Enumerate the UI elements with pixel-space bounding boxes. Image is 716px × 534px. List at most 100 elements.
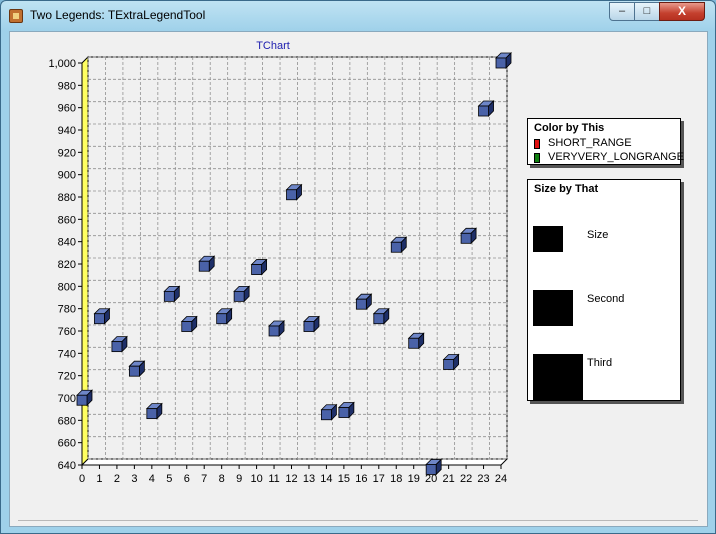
size-legend-title: Size by That: [534, 183, 599, 195]
y-tick-label: 820: [58, 259, 76, 271]
y-tick-label: 700: [58, 393, 76, 405]
data-point[interactable]: [215, 307, 233, 325]
data-point[interactable]: [425, 458, 443, 476]
minimize-button[interactable]: –: [609, 2, 635, 21]
data-point[interactable]: [180, 315, 198, 333]
size-legend-label: Third: [587, 357, 613, 369]
data-point[interactable]: [337, 401, 355, 419]
data-point[interactable]: [460, 227, 478, 245]
x-tick-label: 19: [408, 473, 420, 485]
x-tick-label: 7: [201, 473, 207, 485]
data-point-face: [94, 313, 105, 325]
x-tick-label: 6: [184, 473, 190, 485]
window-title: Two Legends: TExtraLegendTool: [30, 8, 206, 22]
y-tick-label: 740: [58, 348, 76, 360]
data-point[interactable]: [390, 236, 408, 254]
x-tick-label: 1: [96, 473, 102, 485]
data-point-face: [146, 408, 158, 420]
size-legend[interactable]: Size by That Size Second Third: [527, 179, 681, 401]
x-tick-label: 5: [166, 473, 172, 485]
data-point[interactable]: [407, 332, 425, 350]
y-tick-label: 1,000: [48, 58, 76, 70]
data-point-face: [76, 394, 88, 406]
x-tick-label: 22: [460, 473, 472, 485]
data-point[interactable]: [145, 402, 163, 420]
data-point[interactable]: [355, 293, 373, 311]
size-swatch-small: [533, 226, 563, 252]
client-area: TChart 640 660 680 700 720 740 760 780 800 820 840 8…: [9, 31, 708, 527]
data-point-face: [303, 321, 315, 332]
data-point-face: [478, 105, 489, 117]
data-point[interactable]: [477, 100, 495, 117]
close-button[interactable]: X: [659, 2, 705, 21]
data-point-face: [128, 365, 140, 377]
x-tick-label: 18: [390, 473, 402, 485]
x-tick-label: 24: [495, 473, 507, 485]
y-tick-label: 640: [58, 460, 76, 472]
y-tick-label: 920: [58, 147, 76, 159]
data-point[interactable]: [372, 307, 390, 325]
color-swatch: [534, 139, 540, 149]
size-legend-label: Size: [587, 229, 609, 241]
data-point-face: [425, 464, 437, 475]
data-point[interactable]: [495, 52, 512, 69]
data-point[interactable]: [76, 389, 93, 407]
data-point[interactable]: [320, 403, 338, 421]
chart-panel[interactable]: TChart 640 660 680 700 720 740 760 780 800 820 840 8…: [10, 32, 707, 521]
data-point[interactable]: [285, 183, 303, 201]
y-tick-label: 680: [58, 415, 76, 427]
x-tick-label: 3: [131, 473, 137, 485]
data-point[interactable]: [233, 285, 251, 303]
data-point[interactable]: [93, 307, 111, 325]
data-point-face: [163, 290, 175, 302]
color-swatch: [534, 153, 540, 163]
divider: [18, 520, 698, 521]
data-point[interactable]: [163, 285, 181, 303]
y-tick-label: 940: [58, 125, 76, 137]
color-legend-label: SHORT_RANGE: [548, 137, 632, 149]
x-tick-label: 10: [250, 473, 262, 485]
app-icon[interactable]: [9, 9, 23, 23]
x-tick-label: 0: [79, 473, 85, 485]
x-tick-label: 11: [268, 473, 279, 485]
data-point-face: [233, 290, 245, 302]
x-tick-label: 21: [443, 473, 455, 485]
data-point[interactable]: [110, 335, 128, 353]
y-tick-label: 840: [58, 237, 76, 249]
data-point-face: [286, 189, 297, 201]
title-bar[interactable]: Two Legends: TExtraLegendTool – □ X: [1, 1, 715, 31]
y-tick-label: 880: [58, 192, 76, 204]
x-tick-label: 12: [285, 473, 297, 485]
y-tick-label: 760: [58, 326, 76, 338]
color-legend-title: Color by This: [534, 122, 605, 134]
y-tick-label: 960: [58, 103, 76, 115]
x-tick-label: 8: [219, 473, 225, 485]
data-point[interactable]: [128, 360, 146, 378]
data-point-face: [460, 232, 472, 244]
data-point[interactable]: [442, 353, 460, 371]
y-tick-label: 800: [58, 281, 76, 293]
x-tick-label: 2: [114, 473, 120, 485]
data-point[interactable]: [198, 255, 216, 273]
size-swatch-medium: [533, 290, 573, 326]
x-tick-label: 17: [373, 473, 385, 485]
data-point-face: [495, 57, 507, 69]
y-tick-label: 980: [58, 80, 76, 92]
data-point-face: [355, 298, 367, 310]
size-swatch-large: [533, 354, 583, 400]
y-tick-label: 720: [58, 371, 76, 383]
size-legend-label: Second: [587, 293, 625, 305]
chart-title: TChart: [256, 40, 290, 52]
y-tick-label: 900: [58, 170, 76, 182]
data-point-face: [338, 407, 350, 418]
y-tick-label: 780: [58, 304, 76, 316]
data-point[interactable]: [250, 258, 268, 276]
color-legend[interactable]: Color by This SHORT_RANGE VERYVERY_LONGR…: [527, 118, 684, 165]
x-tick-label: 13: [303, 473, 315, 485]
x-tick-label: 4: [149, 473, 155, 485]
data-point[interactable]: [302, 315, 320, 333]
data-point[interactable]: [268, 320, 286, 337]
data-point-face: [390, 241, 402, 253]
x-tick-label: 14: [320, 473, 332, 485]
maximize-button[interactable]: □: [634, 2, 660, 21]
